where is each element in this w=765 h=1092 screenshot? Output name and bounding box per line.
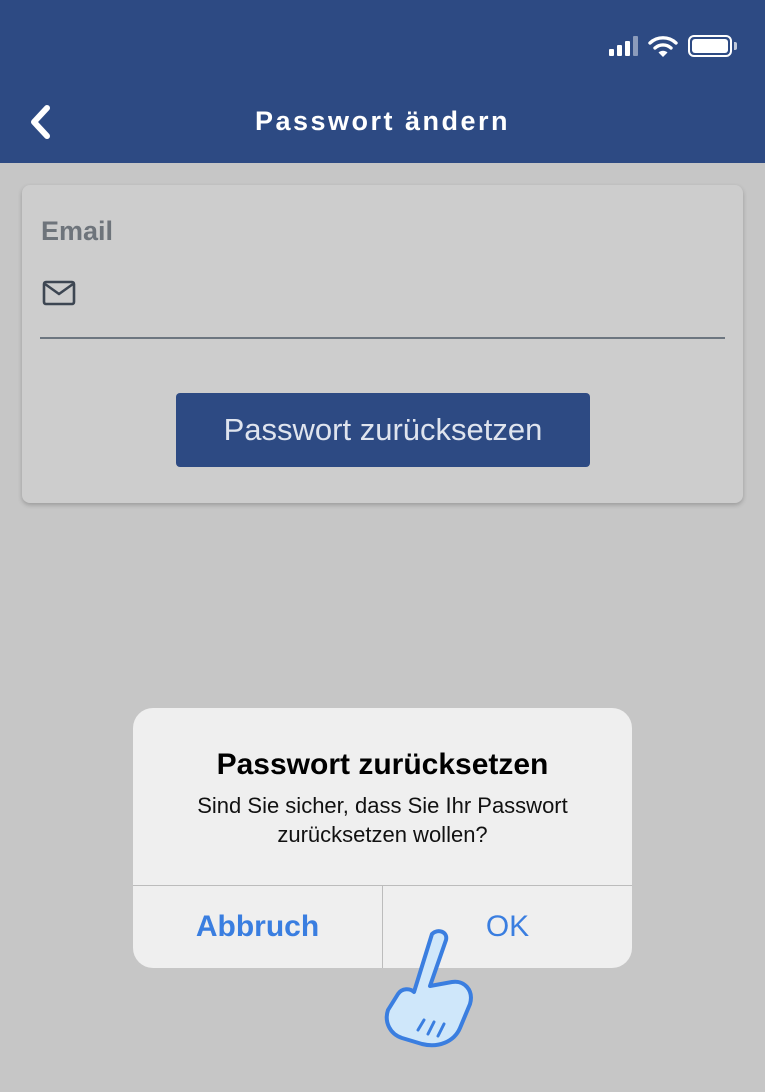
app-bar: Passwort ändern	[0, 0, 765, 163]
email-field-underline	[40, 337, 725, 339]
wifi-icon	[648, 36, 678, 57]
dialog-title: Passwort zurücksetzen	[216, 748, 549, 781]
mail-icon	[42, 280, 76, 306]
cancel-button[interactable]: Abbruch	[133, 886, 382, 968]
dialog-message: Sind Sie sicher, dass Sie Ihr Passwort z…	[197, 793, 568, 847]
signal-icon	[609, 36, 638, 56]
status-bar	[609, 33, 737, 59]
email-label: Email	[41, 216, 114, 246]
reset-password-button[interactable]: Passwort zurücksetzen	[176, 393, 590, 467]
password-reset-card: Email Passwort zurücksetzen	[22, 185, 743, 503]
email-field[interactable]	[88, 271, 718, 315]
battery-icon	[688, 35, 737, 57]
page-title: Passwort ändern	[254, 106, 511, 136]
tap-hand-icon	[384, 929, 473, 1048]
